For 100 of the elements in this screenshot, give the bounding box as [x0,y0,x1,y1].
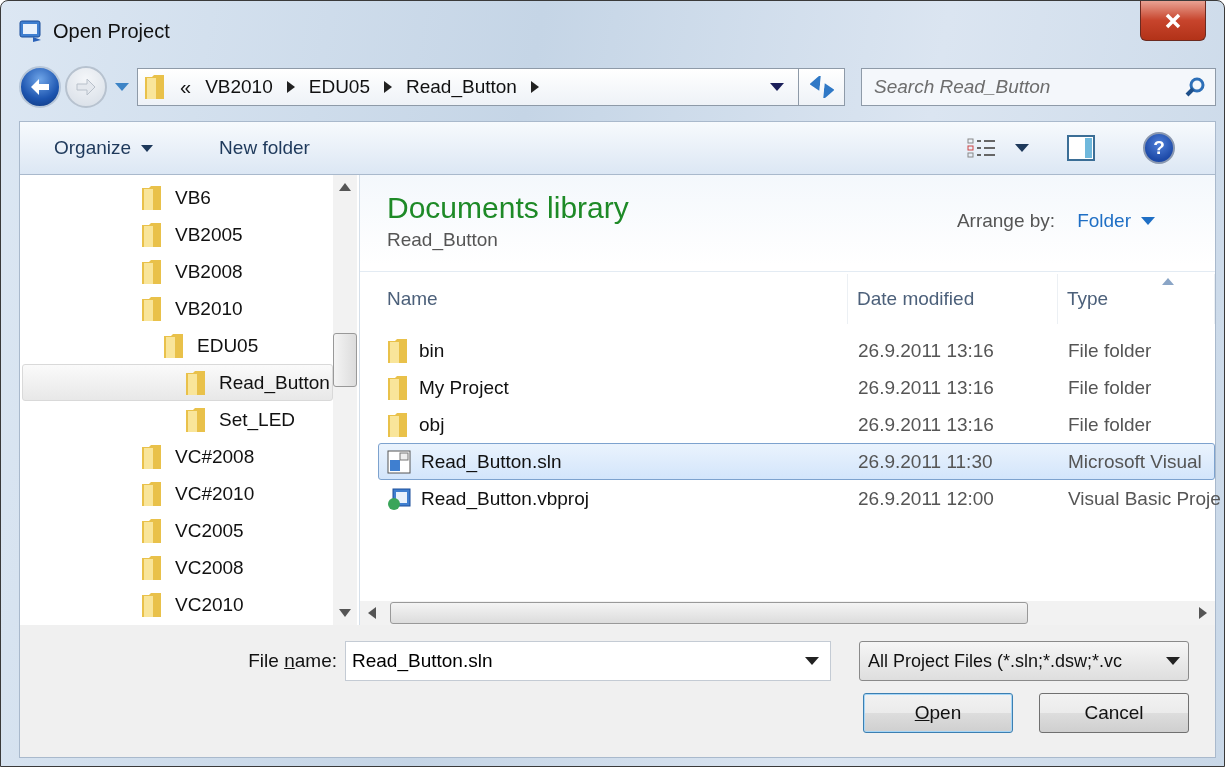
close-button[interactable] [1140,1,1206,41]
caret-icon [141,144,154,152]
chevron-right-icon[interactable] [384,81,392,93]
scroll-up-icon[interactable] [339,183,351,191]
folder-icon [141,517,163,544]
breadcrumb-item[interactable]: EDU05 [308,76,370,98]
window-title: Open Project [53,19,170,43]
column-header[interactable]: Name [378,274,848,324]
help-button[interactable]: ? [1143,132,1175,164]
folder-icon [141,480,163,507]
breadcrumb-overflow[interactable]: « [180,75,192,99]
file-name-label: File name: [248,650,337,672]
folder-tree-item[interactable]: VB6 [22,179,333,216]
search-icon[interactable] [1184,76,1206,98]
column-header[interactable]: Date modified [848,274,1058,324]
close-icon [1163,12,1183,29]
type-cell-text: Microsoft Visual [1067,450,1203,473]
folder-icon [387,374,409,401]
folder-icon [387,337,409,364]
address-bar[interactable]: « VB2010 EDU05 Read_Button [137,68,845,106]
folder-tree-item[interactable]: VC2010 [22,586,333,623]
file-row[interactable]: bin 26.9.2011 13:16 File folder [378,332,1215,369]
file-row[interactable]: obj 26.9.2011 13:16 File folder [378,406,1215,443]
file-name: Read_Button.vbproj [379,486,849,511]
back-button[interactable] [19,66,61,108]
folder-tree-item[interactable]: VC#2008 [22,438,333,475]
date-modified-cell-text: 26.9.2011 11:30 [857,450,994,473]
caret-icon [1141,217,1155,225]
folder-tree-item[interactable]: VC#2010 [22,475,333,512]
breadcrumb-item[interactable]: VB2010 [205,76,273,98]
file-name: bin [379,337,849,364]
vertical-scrollbar[interactable] [333,175,357,625]
view-caret-icon[interactable] [1015,144,1029,152]
date-modified-cell-text: 26.9.2011 13:16 [857,339,995,362]
folder-tree-item[interactable]: VB2005 [22,216,333,253]
folder-icon [185,406,207,433]
dropdown-caret-icon[interactable] [805,657,819,665]
chevron-right-icon[interactable] [286,81,295,93]
back-arrow-icon [29,77,51,97]
breadcrumb-item[interactable]: Read_Button [406,76,517,98]
date-modified-cell-text: 26.9.2011 12:00 [857,487,995,510]
scroll-thumb[interactable] [333,333,357,387]
refresh-icon [809,76,834,98]
horizontal-scrollbar[interactable] [360,601,1215,625]
dropdown-caret-icon[interactable] [770,83,784,91]
folder-icon [141,258,163,285]
library-subtitle: Read_Button [387,229,499,251]
dialog-button[interactable]: Open [863,693,1013,733]
type-cell-text: File folder [1067,339,1153,362]
arrange-by-dropdown[interactable]: Folder [1077,210,1155,232]
folder-icon [144,74,166,100]
library-title: Documents library [387,191,630,225]
file-name: Read_Button.sln [379,449,849,474]
search-field[interactable]: Search Read_Button [861,68,1216,106]
type-cell-text: Visual Basic Proje [1067,487,1221,510]
type-cell-text: File folder [1067,413,1153,436]
view-options-icon[interactable] [967,137,997,159]
folder-tree-item[interactable]: Set_LED [22,401,333,438]
folder-icon [141,443,163,470]
file-type-dropdown[interactable]: All Project Files (*.sln;*.dsw;*.vc [859,641,1189,681]
recent-pages-caret-icon[interactable] [115,83,129,91]
chevron-right-icon[interactable] [530,81,539,93]
file-name: My Project [379,374,849,401]
type-cell-text: File folder [1067,376,1153,399]
file-row[interactable]: Read_Button.sln 26.9.2011 11:30 Microsoft Visual [378,443,1215,480]
folder-icon [163,332,185,359]
folder-icon [141,591,163,618]
project-file-icon [387,486,411,511]
folder-icon [141,221,163,248]
app-icon [19,19,43,43]
scroll-right-icon[interactable] [1199,607,1207,619]
column-header[interactable]: Type [1058,274,1215,324]
arrange-by-label: Arrange by: [956,210,1056,232]
scroll-thumb[interactable] [390,602,1028,624]
folder-tree-item[interactable]: VB2008 [22,253,333,290]
toolbar-button[interactable]: New folder [215,133,314,163]
folder-icon [141,295,163,322]
folder-icon [185,369,207,396]
folder-icon [387,411,409,438]
scroll-down-icon[interactable] [339,609,351,617]
date-modified-cell-text: 26.9.2011 13:16 [857,376,995,399]
file-name: obj [379,411,849,438]
file-name-field[interactable]: Read_Button.sln [345,641,831,681]
file-row[interactable]: My Project 26.9.2011 13:16 File folder [378,369,1215,406]
folder-tree-item[interactable]: Read_Button [22,364,333,401]
preview-pane-icon[interactable] [1067,135,1095,161]
sort-arrow-icon [1162,278,1174,285]
folder-tree-item[interactable]: VB2010 [22,290,333,327]
folder-icon [141,184,163,211]
date-modified-cell-text: 26.9.2011 13:16 [857,413,995,436]
folder-icon [141,554,163,581]
folder-tree-item[interactable]: VC2008 [22,549,333,586]
caret-icon [1166,657,1180,665]
scroll-left-icon[interactable] [368,607,376,619]
dialog-button[interactable]: Cancel [1039,693,1189,733]
menu-button[interactable]: Organize [50,133,158,163]
folder-tree-item[interactable]: EDU05 [22,327,333,364]
solution-file-icon [387,449,411,474]
folder-tree-item[interactable]: VC2005 [22,512,333,549]
forward-arrow-icon [75,77,97,97]
